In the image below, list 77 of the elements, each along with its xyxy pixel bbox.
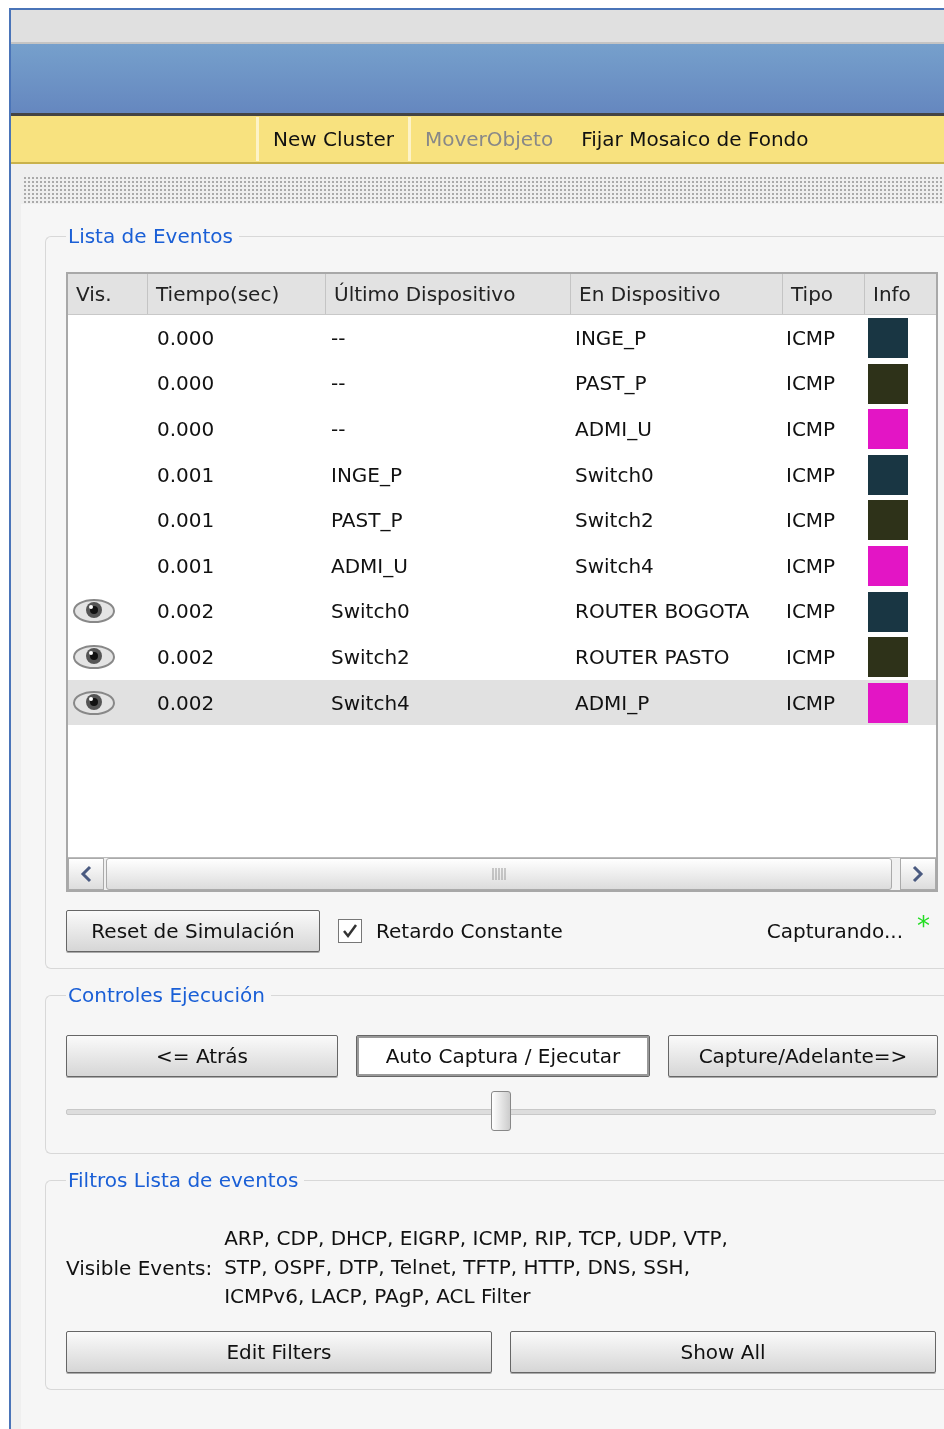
reset-button[interactable]: Reset de Simulación bbox=[66, 910, 320, 952]
table-cell-text: PAST_P bbox=[330, 507, 404, 535]
table-cell-text: ICMP bbox=[785, 324, 837, 352]
column-header[interactable]: Info bbox=[864, 274, 936, 314]
table-cell-text: 0.001 bbox=[156, 507, 216, 535]
group-title: Filtros Lista de eventos bbox=[67, 1168, 300, 1192]
table-cell-text: 0.002 bbox=[156, 598, 216, 626]
table-cell-text: INGE_P bbox=[330, 461, 404, 489]
color-swatch[interactable] bbox=[868, 637, 908, 678]
table-cell-text: 0.001 bbox=[156, 552, 216, 580]
table-cell-text: Switch0 bbox=[574, 461, 655, 489]
color-swatch[interactable] bbox=[868, 682, 908, 723]
filter-list: ARP, CDP, DHCP, EIGRP, ICMP, RIP, TCP, UDP, VTP, STP, OSPF, DTP, Telnet, TFTP, HTTP, DNS, SSH, ICMPv6, LACP, PAgP, ACL Filter bbox=[224, 1224, 767, 1311]
color-swatch[interactable] bbox=[868, 363, 908, 404]
table-cell-text: 0.002 bbox=[156, 643, 216, 671]
table-cell-text: 0.002 bbox=[156, 689, 216, 717]
group-title: Controles Ejecución bbox=[67, 983, 266, 1007]
table-cell-text: Switch4 bbox=[330, 689, 411, 717]
playback-button[interactable]: Capture/Adelante=> bbox=[668, 1035, 938, 1077]
table-cell-text: PAST_P bbox=[574, 370, 648, 398]
table-cell-text: 0.000 bbox=[156, 324, 216, 352]
color-swatch[interactable] bbox=[868, 318, 908, 358]
table-cell-text: Switch0 bbox=[330, 598, 411, 626]
slider-thumb[interactable] bbox=[491, 1091, 511, 1131]
table-cell-text: -- bbox=[330, 370, 347, 398]
speed-slider[interactable] bbox=[66, 1091, 936, 1133]
event-row[interactable]: 0.002 Switch4 ADMI_P ICMP bbox=[68, 679, 936, 726]
table-cell-text: -- bbox=[330, 324, 347, 352]
table-cell-text: ROUTER PASTO bbox=[574, 643, 731, 671]
color-swatch[interactable] bbox=[868, 454, 908, 495]
playback-button[interactable]: Auto Captura / Ejecutar bbox=[356, 1035, 650, 1077]
toolbar-item[interactable]: New Cluster bbox=[256, 117, 408, 161]
filter-button[interactable]: Show All bbox=[510, 1331, 936, 1373]
horizontal-scrollbar[interactable] bbox=[68, 857, 936, 890]
playback-button[interactable]: <= Atrás bbox=[66, 1035, 338, 1077]
table-cell-text: ICMP bbox=[785, 598, 837, 626]
eye-icon bbox=[72, 689, 116, 716]
checkbox[interactable] bbox=[338, 919, 362, 943]
column-header[interactable]: En Dispositivo bbox=[570, 274, 782, 314]
table-cell-text: 0.001 bbox=[156, 461, 216, 489]
table-cell-text: ICMP bbox=[785, 507, 837, 535]
color-swatch[interactable] bbox=[868, 545, 908, 586]
column-header[interactable]: Tiempo(sec) bbox=[147, 274, 325, 314]
filter-label: Visible Events: bbox=[66, 1255, 213, 1280]
table-cell-text: 0.000 bbox=[156, 416, 216, 443]
table-cell-text: -- bbox=[330, 416, 347, 443]
column-header[interactable]: Tipo bbox=[782, 274, 864, 314]
table-cell-text: ROUTER BOGOTA bbox=[574, 598, 751, 626]
table-cell-text: ICMP bbox=[785, 689, 837, 717]
table-cell-text: Switch4 bbox=[574, 552, 655, 580]
table-cell-text: ICMP bbox=[785, 416, 837, 443]
table-cell-text: ADMI_P bbox=[574, 689, 651, 717]
table-cell-text: ICMP bbox=[785, 370, 837, 398]
table-cell-text: ICMP bbox=[785, 552, 837, 580]
group-title: Lista de Eventos bbox=[67, 224, 234, 248]
toolbar-item[interactable]: Fijar Mosaico de Fondo bbox=[567, 117, 823, 161]
status-text: Capturando... bbox=[766, 919, 903, 943]
table-cell-text: ADMI_U bbox=[574, 416, 653, 443]
column-header[interactable]: Vis. bbox=[68, 274, 147, 314]
table-cell-text: Switch2 bbox=[330, 643, 411, 671]
color-swatch[interactable] bbox=[868, 591, 908, 632]
eye-icon bbox=[72, 598, 116, 625]
table-cell-text: Switch2 bbox=[574, 507, 655, 535]
table-cell-text: 0.000 bbox=[156, 370, 216, 398]
check-icon bbox=[342, 923, 358, 939]
color-swatch[interactable] bbox=[868, 409, 908, 450]
table-cell-text: ICMP bbox=[785, 643, 837, 671]
filter-button[interactable]: Edit Filters bbox=[66, 1331, 492, 1373]
color-swatch[interactable] bbox=[868, 500, 908, 541]
table-cell-text: INGE_P bbox=[574, 324, 648, 352]
column-header[interactable]: Último Dispositivo bbox=[325, 274, 570, 314]
eye-icon bbox=[72, 643, 116, 670]
checkbox-label[interactable]: Retardo Constante bbox=[376, 919, 563, 943]
status-mark: * bbox=[917, 911, 930, 941]
table-cell-text: ICMP bbox=[785, 461, 837, 489]
table-cell-text: ADMI_U bbox=[330, 552, 409, 580]
grip-icon bbox=[492, 868, 506, 880]
